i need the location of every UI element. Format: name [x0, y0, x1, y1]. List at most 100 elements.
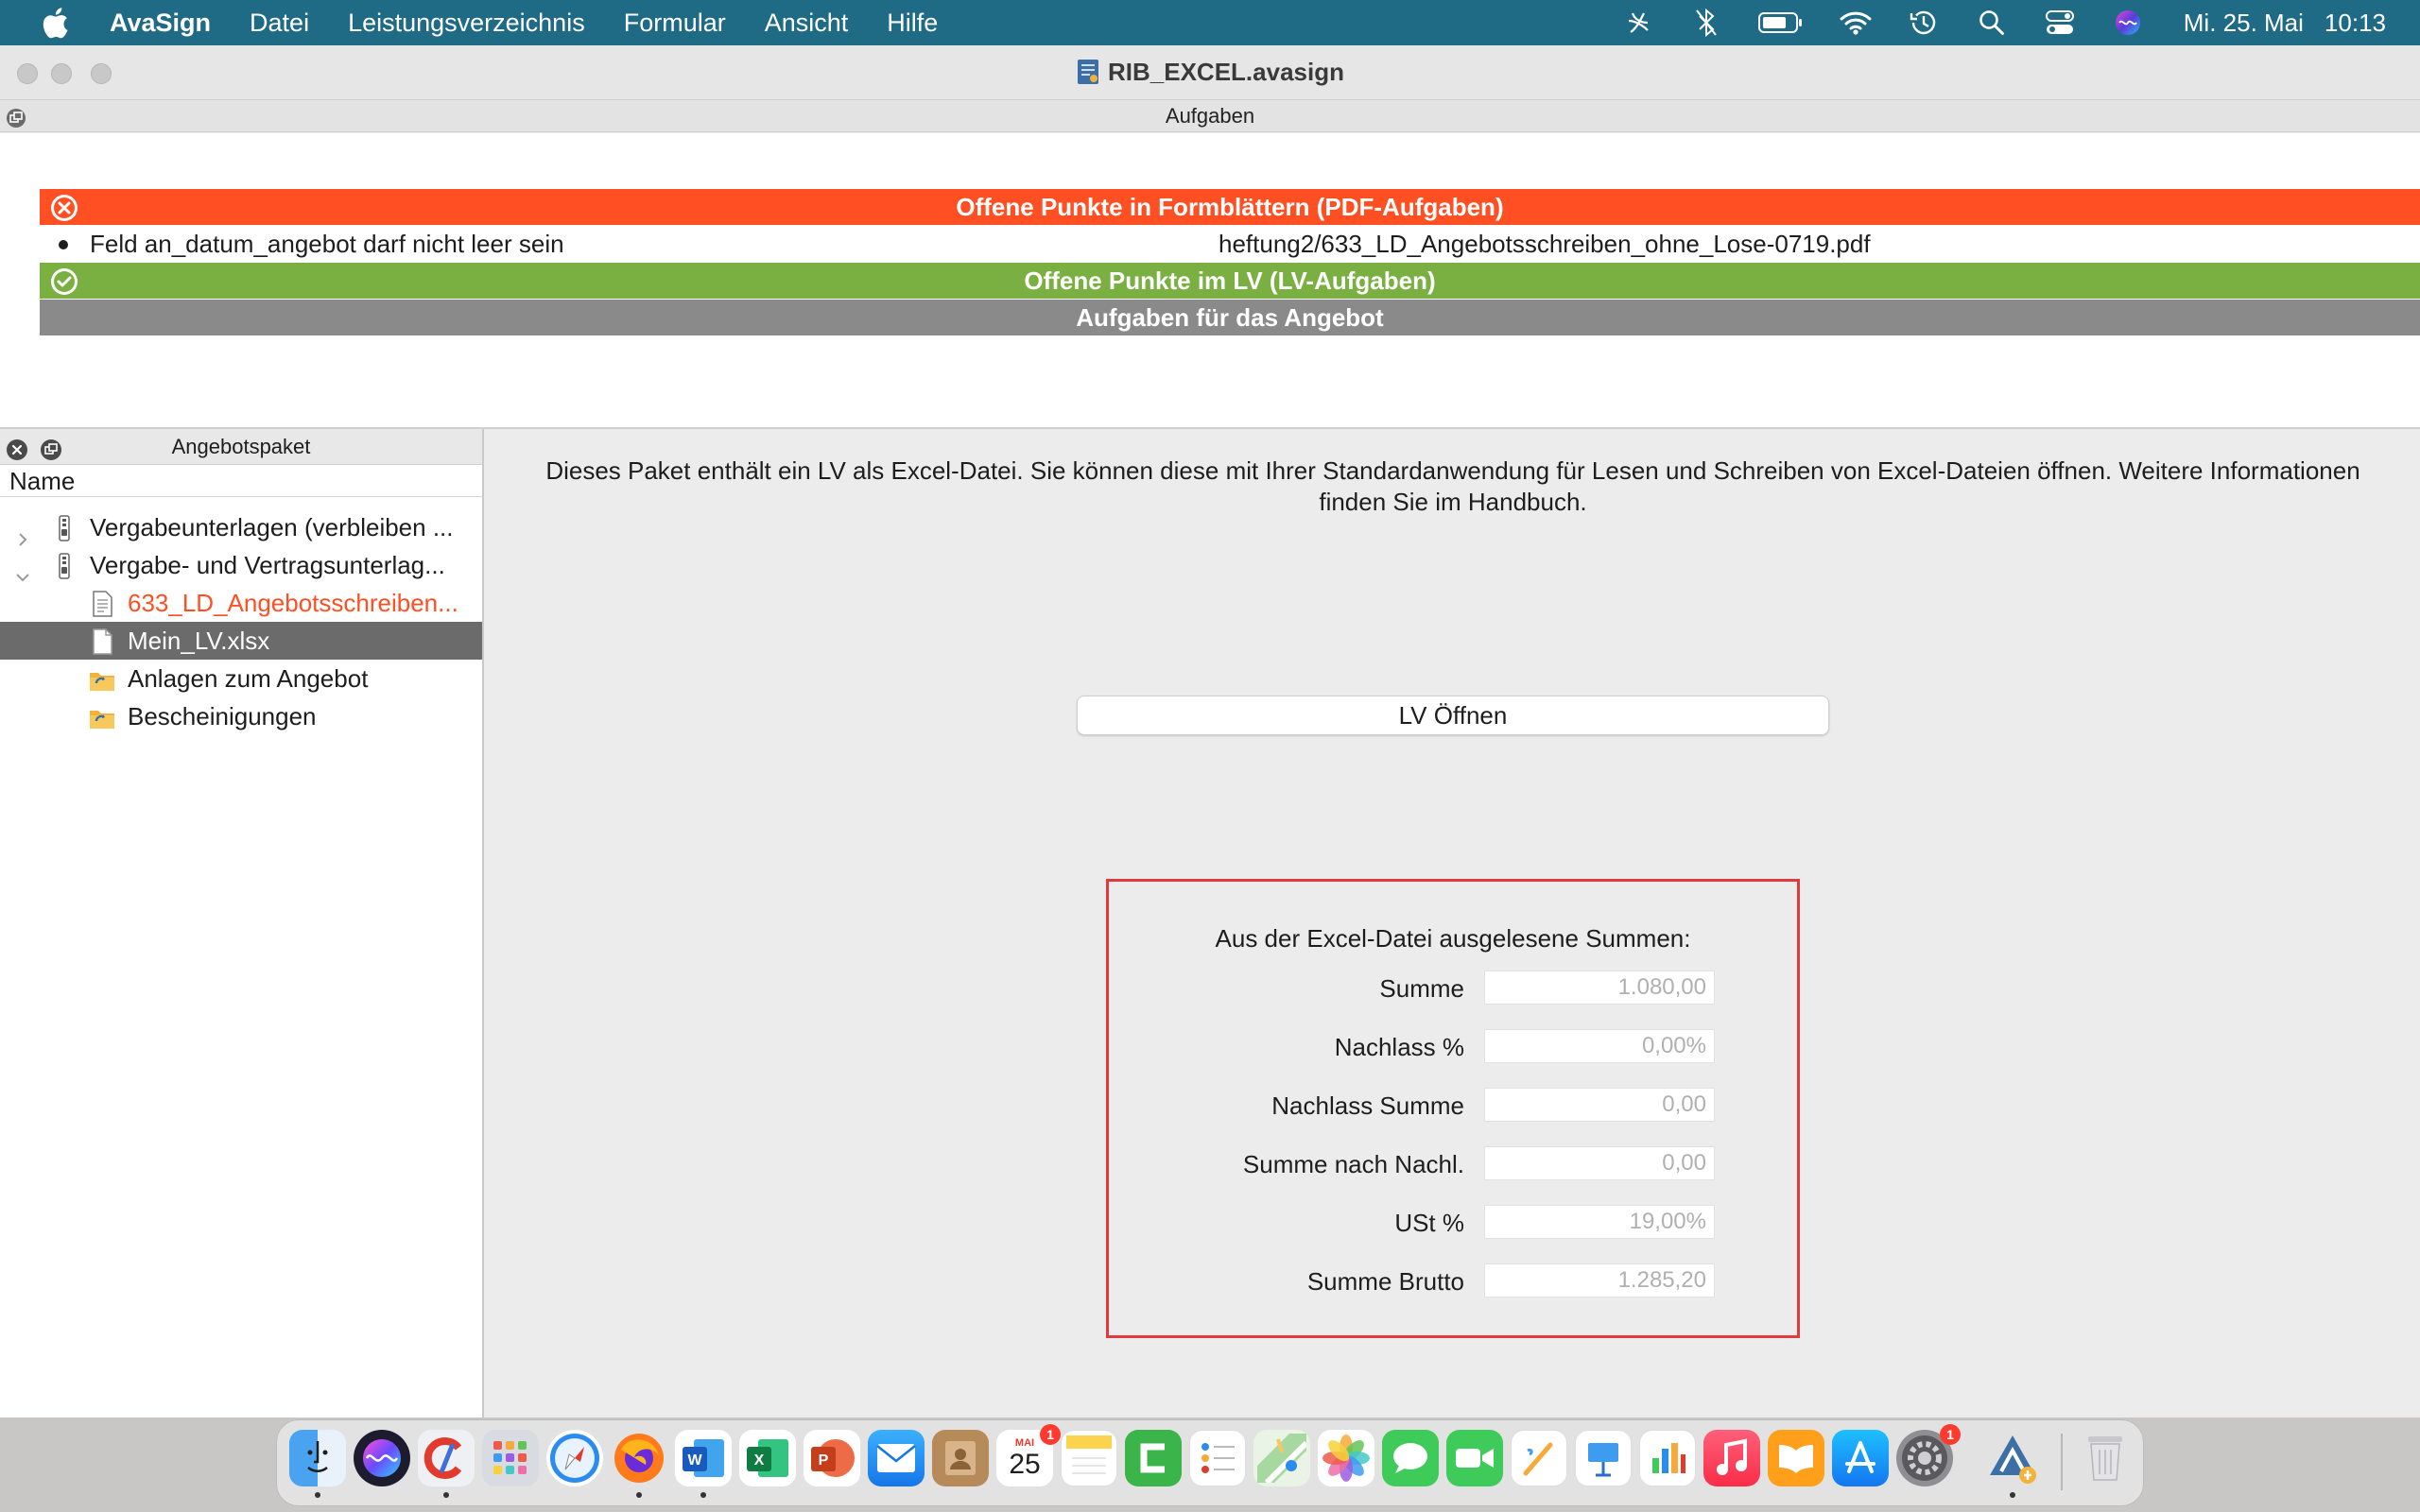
menu-datei[interactable]: Datei: [250, 9, 309, 38]
sum-value-field: 0,00: [1484, 1146, 1715, 1180]
avasign-document-icon: [1076, 58, 1100, 86]
sums-title: Aus der Excel-Datei ausgelesene Summen:: [1215, 924, 1691, 953]
tree-row-anlagen[interactable]: Anlagen zum Angebot: [0, 660, 482, 697]
calendar-month: MAI: [1014, 1437, 1035, 1449]
menu-app-name[interactable]: AvaSign: [110, 9, 211, 38]
sum-row: Summe Brutto 1.285,20: [1109, 1263, 1797, 1297]
menu-formular[interactable]: Formular: [624, 9, 726, 38]
menu-leistungsverzeichnis[interactable]: Leistungsverzeichnis: [348, 9, 585, 38]
firefox-icon[interactable]: [611, 1430, 667, 1486]
task-item-row[interactable]: Feld an_datum_angebot darf nicht leer se…: [40, 225, 2420, 263]
finder-icon[interactable]: [289, 1430, 346, 1486]
sum-value-field: 1.285,20: [1484, 1263, 1715, 1297]
notification-badge: 1: [1940, 1424, 1961, 1445]
main-window: RIB_EXCEL.avasign Aufgaben Offene Punkte…: [0, 45, 2420, 1418]
battery-icon[interactable]: [1756, 5, 1806, 41]
file-icon: [89, 627, 115, 655]
photos-icon[interactable]: [1318, 1430, 1374, 1486]
folder-icon: [89, 703, 115, 730]
checkmark-icon: [51, 268, 78, 295]
facetime-icon[interactable]: [1446, 1430, 1503, 1486]
bluetooth-icon[interactable]: [1688, 5, 1724, 41]
control-center-icon[interactable]: [2042, 5, 2078, 41]
freeform-icon[interactable]: [1511, 1430, 1567, 1486]
sum-value-field: 0,00: [1484, 1088, 1715, 1122]
name-column-header[interactable]: Name: [0, 465, 482, 497]
sidebar-header: Angebotspaket: [0, 429, 482, 465]
word-icon[interactable]: W: [675, 1430, 732, 1486]
sum-label: Nachlass %: [1334, 1033, 1464, 1061]
keynote-icon[interactable]: [1575, 1430, 1632, 1486]
time-machine-icon[interactable]: [1906, 5, 1942, 41]
sum-row: Summe nach Nachl. 0,00: [1109, 1146, 1797, 1180]
avasign-app-icon[interactable]: [1984, 1430, 2041, 1486]
dock: W X P MAI 25 1 1: [276, 1419, 2144, 1506]
mail-icon[interactable]: [868, 1430, 925, 1486]
sum-label: Nachlass Summe: [1271, 1091, 1464, 1120]
numbers-icon[interactable]: [1639, 1430, 1696, 1486]
calendar-icon[interactable]: MAI 25 1: [996, 1424, 1061, 1486]
menu-date: Mi. 25. Mai: [2183, 8, 2304, 37]
error-icon: [51, 195, 78, 221]
sum-row: Nachlass % 0,00%: [1109, 1029, 1797, 1063]
detach-panel-icon[interactable]: [40, 437, 62, 460]
tree-row-vergabeunterlagen[interactable]: Vergabeunterlagen (verbleiben ...: [0, 508, 482, 546]
sum-value-field: 0,00%: [1484, 1029, 1715, 1063]
menu-ansicht[interactable]: Ansicht: [765, 9, 849, 38]
close-panel-icon[interactable]: [6, 437, 28, 460]
folder-icon: [89, 665, 115, 692]
notes-icon[interactable]: [1061, 1430, 1117, 1486]
ccleaner-icon[interactable]: [418, 1430, 475, 1486]
running-indicator: [315, 1492, 320, 1498]
package-sidebar: Angebotspaket Name Vergabeunterlagen (ve…: [0, 429, 484, 1418]
svg-text:W: W: [687, 1452, 702, 1469]
tree-row-vertragsunterlagen[interactable]: Vergabe- und Vertragsunterlag...: [0, 546, 482, 584]
apple-menu-icon[interactable]: [38, 6, 72, 40]
safari-icon[interactable]: [546, 1430, 603, 1486]
wifi-icon[interactable]: [1838, 5, 1874, 41]
angebot-tasks-bar[interactable]: Aufgaben für das Angebot: [40, 300, 2420, 335]
window-titlebar: RIB_EXCEL.avasign: [0, 45, 2420, 100]
tree-row-mein-lv[interactable]: Mein_LV.xlsx: [0, 622, 482, 660]
contacts-icon[interactable]: [932, 1430, 989, 1486]
bullet-icon: [59, 240, 68, 249]
siri-app-icon[interactable]: [354, 1430, 410, 1486]
trash-icon[interactable]: [2077, 1430, 2134, 1486]
chevron-right-icon[interactable]: [15, 520, 30, 546]
running-indicator: [443, 1492, 449, 1498]
music-icon[interactable]: [1703, 1430, 1760, 1486]
maps-icon[interactable]: [1253, 1430, 1310, 1486]
script-status-icon[interactable]: [1620, 5, 1656, 41]
sum-row: USt % 19,00%: [1109, 1205, 1797, 1239]
chevron-down-icon[interactable]: [15, 558, 30, 582]
svg-text:X: X: [754, 1452, 765, 1469]
messages-icon[interactable]: [1382, 1430, 1439, 1486]
books-icon[interactable]: [1768, 1430, 1824, 1486]
info-text: Dieses Paket enthält ein LV als Excel-Da…: [545, 456, 2360, 516]
sum-value-field: 1.080,00: [1484, 971, 1715, 1005]
zip-archive-icon: [51, 552, 78, 579]
tree-row-bescheinigungen[interactable]: Bescheinigungen: [0, 697, 482, 735]
spotlight-icon[interactable]: [1974, 5, 2010, 41]
detach-panel-icon[interactable]: [6, 106, 26, 128]
camtasia-icon[interactable]: [1125, 1430, 1182, 1486]
lv-tasks-bar[interactable]: Offene Punkte im LV (LV-Aufgaben): [40, 263, 2420, 299]
app-store-icon[interactable]: [1832, 1430, 1889, 1486]
menu-hilfe[interactable]: Hilfe: [887, 9, 938, 38]
excel-icon[interactable]: X: [739, 1430, 796, 1486]
pdf-tasks-bar[interactable]: Offene Punkte in Formblättern (PDF-Aufga…: [40, 189, 2420, 225]
open-lv-button[interactable]: LV Öffnen: [1077, 696, 1829, 735]
system-preferences-icon[interactable]: 1: [1896, 1424, 1961, 1486]
tree-row-angebotsschreiben[interactable]: 633_LD_Angebotsschreiben...: [0, 584, 482, 622]
svg-text:P: P: [819, 1452, 829, 1469]
document-icon: [89, 590, 115, 617]
siri-icon[interactable]: [2110, 5, 2146, 41]
menu-bar: AvaSign Datei Leistungsverzeichnis Formu…: [0, 0, 2420, 45]
launchpad-icon[interactable]: [482, 1430, 539, 1486]
powerpoint-icon[interactable]: P: [804, 1430, 860, 1486]
sum-label: Summe nach Nachl.: [1242, 1150, 1464, 1178]
running-indicator: [636, 1492, 642, 1498]
task-message: Feld an_datum_angebot darf nicht leer se…: [90, 230, 564, 258]
reminders-icon[interactable]: [1189, 1430, 1246, 1486]
menu-clock[interactable]: Mi. 25. Mai 10:13: [2184, 9, 2386, 38]
